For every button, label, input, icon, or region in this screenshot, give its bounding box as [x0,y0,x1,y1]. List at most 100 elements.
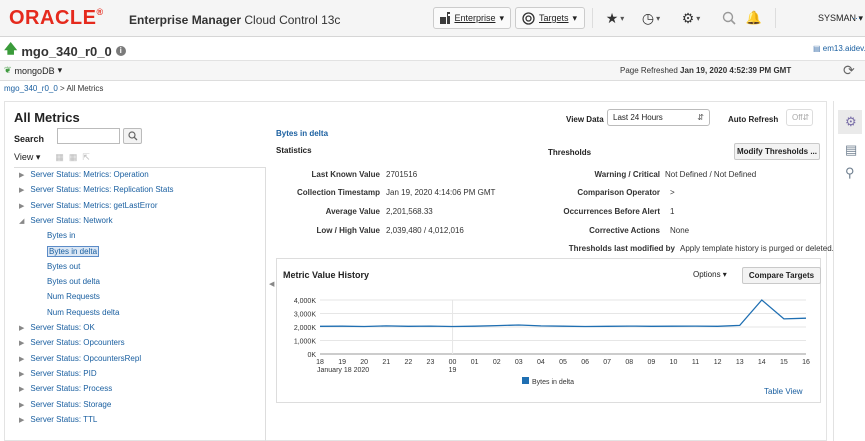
legend-label: Bytes in delta [532,379,574,386]
threshold-key: Warning / Critical [594,170,661,179]
x-tick-label: 06 [581,359,589,366]
tree-node[interactable]: ▶ Server Status: Metrics: Operation [19,170,149,179]
tree-node[interactable]: ▶ Server Status: OpcountersRepl [19,354,141,363]
tree-leaf[interactable]: Bytes in [47,231,75,240]
collapsed-triangle-icon[interactable]: ▶ [19,371,24,378]
host-link[interactable]: ▤ em13.aidev.u [813,44,865,53]
tree-node[interactable]: ▶ Server Status: OK [19,323,95,332]
target-name: mgo_340_r0_0 [21,43,112,59]
enterprise-icon [440,12,451,24]
x-tick-label: 02 [493,359,501,366]
chevron-down-icon: ▾ [620,13,625,23]
collapsed-triangle-icon[interactable]: ▶ [19,187,24,194]
expanded-triangle-icon[interactable]: ◢ [19,218,24,225]
tree-node[interactable]: ▶ Server Status: Storage [19,400,111,409]
view-menu[interactable]: View ▾ [14,152,40,163]
x-tick-label: 07 [603,359,611,366]
view-toolbar: View ▾ ▦ ▦ ⇱ [14,152,90,163]
collapsed-triangle-icon[interactable]: ▶ [19,340,24,347]
zoom-icon[interactable]: ⚲ [845,165,855,181]
tree-leaf[interactable]: Bytes out delta [47,277,100,286]
breadcrumb-target-link[interactable]: mgo_340_r0_0 [4,84,58,93]
auto-refresh-select[interactable]: Off ⇵ [786,109,813,126]
y-tick-label: 4,000K [294,298,317,305]
chevron-down-icon: ▾ [572,12,578,23]
setup-menu-button[interactable]: ⚙ ▾ [675,7,707,29]
panel-splitter-icon[interactable]: ◀ [269,280,274,288]
x-tick-label: 11 [692,359,699,366]
favorites-menu-button[interactable]: ★ ▾ [601,7,629,29]
x-tick-sublabel: 19 [449,367,457,374]
threshold-key: Corrective Actions [589,226,660,235]
target-menu-bar: ❦ mongoDB ▾ Page Refreshed Jan 19, 2020 … [0,61,865,81]
threshold-key: Occurrences Before Alert [563,207,660,216]
metric-search-button[interactable] [123,128,142,144]
collapsed-triangle-icon[interactable]: ▶ [19,386,24,393]
tree-leaf[interactable]: Bytes out [47,262,80,271]
expand-all-icon[interactable]: ▦ [55,152,64,163]
table-view-link[interactable]: Table View [764,387,803,396]
tree-leaf[interactable]: Num Requests [47,292,100,301]
tree-item-label: Server Status: Opcounters [30,338,125,348]
x-tick-label: 08 [625,359,633,366]
metric-search-input[interactable] [57,128,120,144]
tree-item-label: Server Status: Metrics: Operation [30,170,149,179]
tree-item-label: Bytes in delta [47,245,100,257]
collapsed-triangle-icon[interactable]: ▶ [19,356,24,363]
tree-node[interactable]: ▶ Server Status: Opcounters [19,338,125,347]
tree-item-label: Bytes in [47,231,76,241]
tree-node[interactable]: ▶ Server Status: Process [19,384,112,393]
collapsed-triangle-icon[interactable]: ▶ [19,402,24,409]
tree-leaf[interactable]: Num Requests delta [47,308,119,317]
x-tick-label: 16 [802,359,810,366]
refresh-icon[interactable]: ⟳ [843,62,855,79]
search-icon [722,11,736,25]
threshold-value: Apply template history is purged or dele… [680,244,834,253]
enterprise-menu-button[interactable]: Enterprise ▾ [433,7,511,29]
notifications-button[interactable]: 🔔 [746,7,762,29]
collapse-all-icon[interactable]: ▦ [69,152,78,163]
enterprise-label: Enterprise [454,13,496,23]
tree-leaf-selected[interactable]: Bytes in delta [47,245,100,257]
modify-thresholds-button[interactable]: Modify Thresholds ... [734,143,820,160]
targets-label: Targets [539,13,569,23]
collapsed-triangle-icon[interactable]: ▶ [19,172,24,179]
y-tick-label: 3,000K [294,312,317,319]
stat-key: Average Value [325,207,380,216]
compare-targets-button[interactable]: Compare Targets [742,267,821,284]
tree-node[interactable]: ▶ Server Status: Metrics: getLastError [19,201,158,210]
metric-title: Bytes in delta [276,129,329,138]
tree-node[interactable]: ▶ Server Status: TTL [19,415,97,424]
chevron-down-icon: ▾ [499,12,504,23]
options-menu[interactable]: Options ▾ [693,270,727,279]
view-data-label: View Data [566,115,604,124]
detach-icon[interactable]: ⇱ [82,152,90,163]
targets-menu-button[interactable]: Targets ▾ [515,7,585,29]
search-label: Search [14,134,45,144]
window-icon[interactable]: ▤ [845,142,857,158]
settings-gear-icon[interactable]: ⚙ [845,114,857,130]
top-header: ORACLE® Enterprise Manager Cloud Control… [0,0,865,37]
y-tick-label: 2,000K [294,325,317,332]
collapsed-triangle-icon[interactable]: ▶ [19,325,24,332]
search-button[interactable] [720,7,738,29]
x-tick-label: 19 [338,359,346,366]
more-icon[interactable]: ··· [852,13,861,23]
tree-item-label: Server Status: Network [30,215,113,225]
collapsed-triangle-icon[interactable]: ▶ [19,417,24,424]
breadcrumb-current: All Metrics [66,84,104,93]
tree-node[interactable]: ▶ Server Status: PID [19,369,97,378]
oracle-logo[interactable]: ORACLE® [9,7,104,30]
mongodb-menu[interactable]: ❦ mongoDB ▾ [4,65,62,76]
collapsed-triangle-icon[interactable]: ▶ [19,203,24,210]
stat-value: 2,201,568.33 [386,207,433,216]
chevron-down-icon: ▾ [656,13,661,23]
tree-node[interactable]: ◢ Server Status: Network [19,216,113,225]
mongodb-menu-label: mongoDB [14,65,55,76]
info-icon[interactable]: i [115,46,126,56]
view-data-select[interactable]: Last 24 Hours ⇵ [607,109,710,126]
x-tick-label: 12 [714,359,722,366]
tree-node[interactable]: ▶ Server Status: Metrics: Replication Sta… [19,185,174,194]
history-menu-button[interactable]: ◷ ▾ [637,7,665,29]
threshold-key: Comparison Operator [577,188,660,197]
